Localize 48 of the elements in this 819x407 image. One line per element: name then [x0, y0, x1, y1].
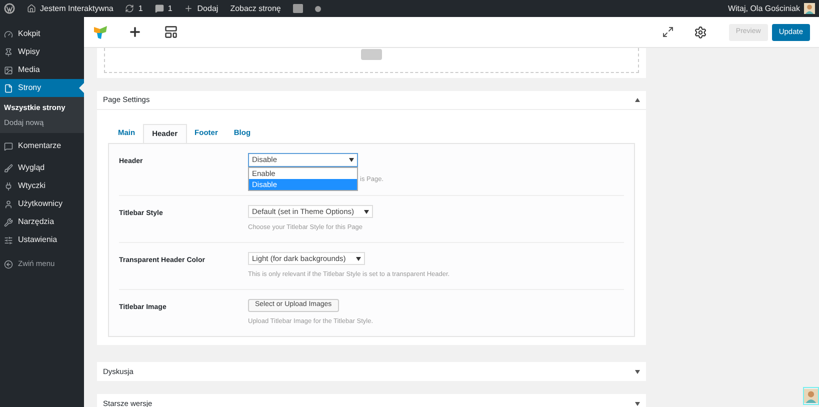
- brush-icon: [4, 164, 13, 172]
- avatar-icon: [803, 387, 819, 405]
- plugin-icon[interactable]: [292, 4, 303, 13]
- caret-icon: [349, 158, 354, 162]
- view-page-link[interactable]: Zobacz stronę: [230, 2, 281, 14]
- avatar-icon: [804, 3, 815, 14]
- gauge-icon: [4, 30, 13, 38]
- image-icon: [4, 66, 13, 74]
- sidebar-item[interactable]: Ustawienia: [0, 231, 84, 249]
- status-dot-icon: [314, 6, 321, 12]
- plug-icon: [4, 182, 13, 190]
- pin-icon: [4, 48, 13, 56]
- sidebar-item[interactable]: Narzędzia: [0, 213, 84, 231]
- sidebar-item[interactable]: Media: [0, 61, 84, 79]
- sidebar-item[interactable]: Użytkownicy: [0, 195, 84, 213]
- speech-bubble-icon: [154, 4, 164, 13]
- person-icon: [4, 200, 13, 208]
- sidebar-item[interactable]: Strony: [0, 79, 84, 97]
- sidebar-item[interactable]: Kokpit: [0, 25, 84, 43]
- sidebar-item[interactable]: Wpisy: [0, 43, 84, 61]
- sliders-icon: [4, 236, 13, 244]
- site-link[interactable]: Jestem Interaktywna: [27, 2, 114, 14]
- home-icon: [27, 4, 36, 13]
- page-icon: [4, 84, 13, 92]
- comments-link[interactable]: 1: [154, 2, 172, 14]
- collapse-arrow-icon[interactable]: [635, 98, 640, 102]
- caret-icon: [356, 256, 361, 261]
- caret-icon: [364, 210, 369, 214]
- layout-icon[interactable]: [164, 25, 178, 39]
- updates-link[interactable]: 1: [125, 2, 143, 14]
- wrench-icon: [4, 218, 13, 226]
- pointer-icon: [79, 83, 84, 93]
- sidebar-item[interactable]: Wygląd: [0, 159, 84, 177]
- sidebar-item[interactable]: Komentarze: [0, 137, 84, 155]
- fullscreen-icon[interactable]: [662, 26, 674, 38]
- add-link[interactable]: Dodaj: [184, 2, 218, 14]
- settings-icon[interactable]: [694, 26, 707, 38]
- plus-icon: [184, 4, 194, 13]
- logo-icon[interactable]: [4, 3, 15, 14]
- sidebar-item[interactable]: Wtyczki: [0, 177, 84, 195]
- collapse-icon: [4, 260, 13, 268]
- refresh-icon: [125, 4, 134, 13]
- logo-icon[interactable]: [94, 25, 108, 39]
- greeting-link[interactable]: Witaj, Ola Gościniak: [728, 2, 815, 14]
- add-icon[interactable]: [128, 25, 142, 39]
- expand-arrow-icon[interactable]: [635, 402, 640, 406]
- speech-bubble-icon: [4, 142, 13, 150]
- expand-arrow-icon[interactable]: [635, 370, 640, 374]
